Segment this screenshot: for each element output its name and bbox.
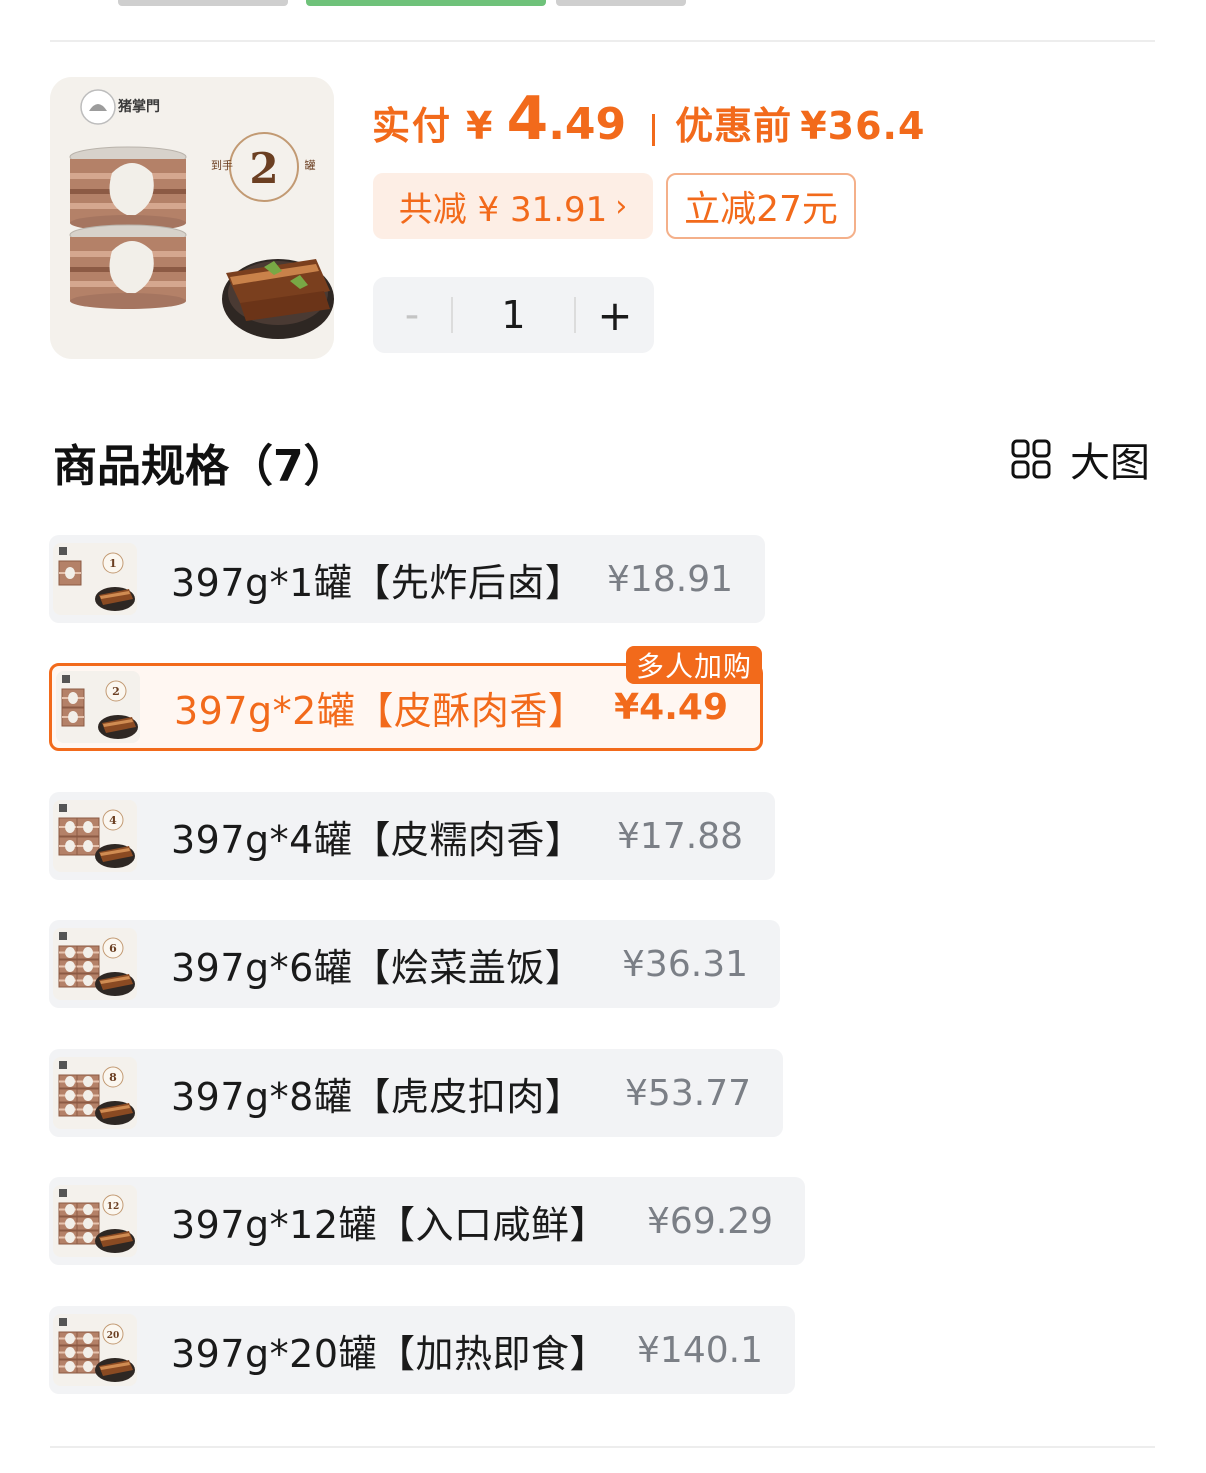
brand-logo-text: 猪掌門 [117, 98, 160, 115]
quantity-stepper: - 1 + [373, 277, 654, 353]
spec-name: 397g*6罐【烩菜盖饭】 [171, 945, 584, 990]
increase-button[interactable]: + [576, 291, 654, 340]
image-badge-number: 2 [249, 144, 278, 193]
svg-text:6: 6 [109, 942, 117, 955]
spec-price: ¥140.1 [637, 1329, 763, 1371]
truncated-header-strip [0, 0, 1206, 14]
paid-label: 实付 [372, 104, 453, 148]
canned-pork-thumbnail-icon: 12 [53, 1185, 137, 1257]
instant-discount-tag: 立减27元 [666, 173, 856, 239]
spec-thumbnail: 20 [53, 1314, 137, 1386]
svg-text:1: 1 [109, 557, 117, 570]
canned-pork-thumbnail-icon: 2 [56, 671, 140, 743]
big-view-label: 大图 [1070, 440, 1150, 486]
popular-badge: 多人加购 [625, 646, 762, 684]
spec-option[interactable]: 20 397g*20罐【加热即食】 ¥140.1 [49, 1306, 795, 1394]
image-badge-left-text: 到手 [211, 158, 233, 172]
spec-thumbnail: 4 [53, 800, 137, 872]
spec-option[interactable]: 6 397g*6罐【烩菜盖饭】 ¥36.31 [49, 920, 780, 1008]
image-badge-right-text: 罐 [305, 159, 316, 172]
svg-text:4: 4 [109, 814, 117, 827]
price-separator [652, 114, 656, 146]
original-price-value: ¥36.4 [800, 104, 926, 148]
spec-option[interactable]: 12 397g*12罐【入口咸鲜】 ¥69.29 [49, 1177, 805, 1265]
spec-name: 397g*12罐【入口咸鲜】 [171, 1202, 609, 1247]
spec-option-selected[interactable]: 2 397g*2罐【皮酥肉香】 ¥4.49 多人加购 [49, 646, 763, 751]
decrease-button[interactable]: - [373, 292, 451, 338]
chevron-right-icon: › [615, 188, 628, 224]
spec-section-title: 商品规格（7） [53, 441, 348, 492]
spec-price: ¥17.88 [617, 815, 743, 857]
svg-text:12: 12 [107, 1202, 120, 1212]
spec-option[interactable]: 4 397g*4罐【皮糯肉香】 ¥17.88 [49, 792, 775, 880]
spec-thumbnail: 2 [56, 671, 140, 743]
spec-price: ¥4.49 [614, 686, 728, 728]
spec-name: 397g*8罐【虎皮扣肉】 [171, 1074, 584, 1119]
paid-price-decimal: .49 [548, 99, 627, 150]
truncated-text-fragment [556, 0, 686, 6]
truncated-text-fragment [118, 0, 288, 6]
spec-name: 397g*1罐【先炸后卤】 [171, 560, 584, 605]
canned-pork-thumbnail-icon: 6 [53, 928, 137, 1000]
spec-thumbnail: 6 [53, 928, 137, 1000]
spec-price: ¥18.91 [607, 558, 733, 600]
canned-pork-product-image: 猪掌門 2 到手 罐 [50, 77, 334, 359]
svg-text:8: 8 [109, 1071, 117, 1084]
price-summary: 实付 ¥ 4 .49 优惠前 ¥36.4 [372, 84, 925, 164]
spec-option[interactable]: 1 397g*1罐【先炸后卤】 ¥18.91 [49, 535, 765, 623]
svg-text:20: 20 [107, 1331, 120, 1341]
original-price-label: 优惠前 [675, 104, 793, 148]
total-saving-text: 共减 ¥ 31.91 [398, 189, 608, 230]
canned-pork-thumbnail-icon: 1 [53, 543, 137, 615]
instant-discount-text: 立减27元 [684, 189, 838, 230]
spec-price: ¥53.77 [625, 1072, 751, 1114]
divider [50, 1446, 1155, 1448]
spec-price: ¥36.31 [622, 943, 748, 985]
canned-pork-thumbnail-icon: 4 [53, 800, 137, 872]
divider [50, 40, 1155, 42]
product-image[interactable]: 猪掌門 2 到手 罐 [50, 77, 334, 359]
spec-name: 397g*4罐【皮糯肉香】 [171, 817, 584, 862]
spec-price: ¥69.29 [647, 1200, 773, 1242]
quantity-value[interactable]: 1 [453, 293, 574, 337]
spec-thumbnail: 8 [53, 1057, 137, 1129]
grid-view-icon [1011, 439, 1051, 479]
canned-pork-thumbnail-icon: 8 [53, 1057, 137, 1129]
currency-symbol: ¥ [466, 104, 493, 148]
big-view-toggle[interactable]: 大图 [1010, 436, 1150, 486]
spec-thumbnail: 12 [53, 1185, 137, 1257]
spec-option[interactable]: 8 397g*8罐【虎皮扣肉】 ¥53.77 [49, 1049, 783, 1137]
svg-text:2: 2 [112, 685, 120, 698]
total-saving-tag[interactable]: 共减 ¥ 31.91 › [373, 173, 653, 239]
spec-name: 397g*2罐【皮酥肉香】 [174, 688, 587, 733]
canned-pork-thumbnail-icon: 20 [53, 1314, 137, 1386]
spec-name: 397g*20罐【加热即食】 [171, 1331, 609, 1376]
spec-thumbnail: 1 [53, 543, 137, 615]
paid-price-integer: 4 [506, 84, 549, 154]
truncated-green-text-fragment [306, 0, 546, 6]
